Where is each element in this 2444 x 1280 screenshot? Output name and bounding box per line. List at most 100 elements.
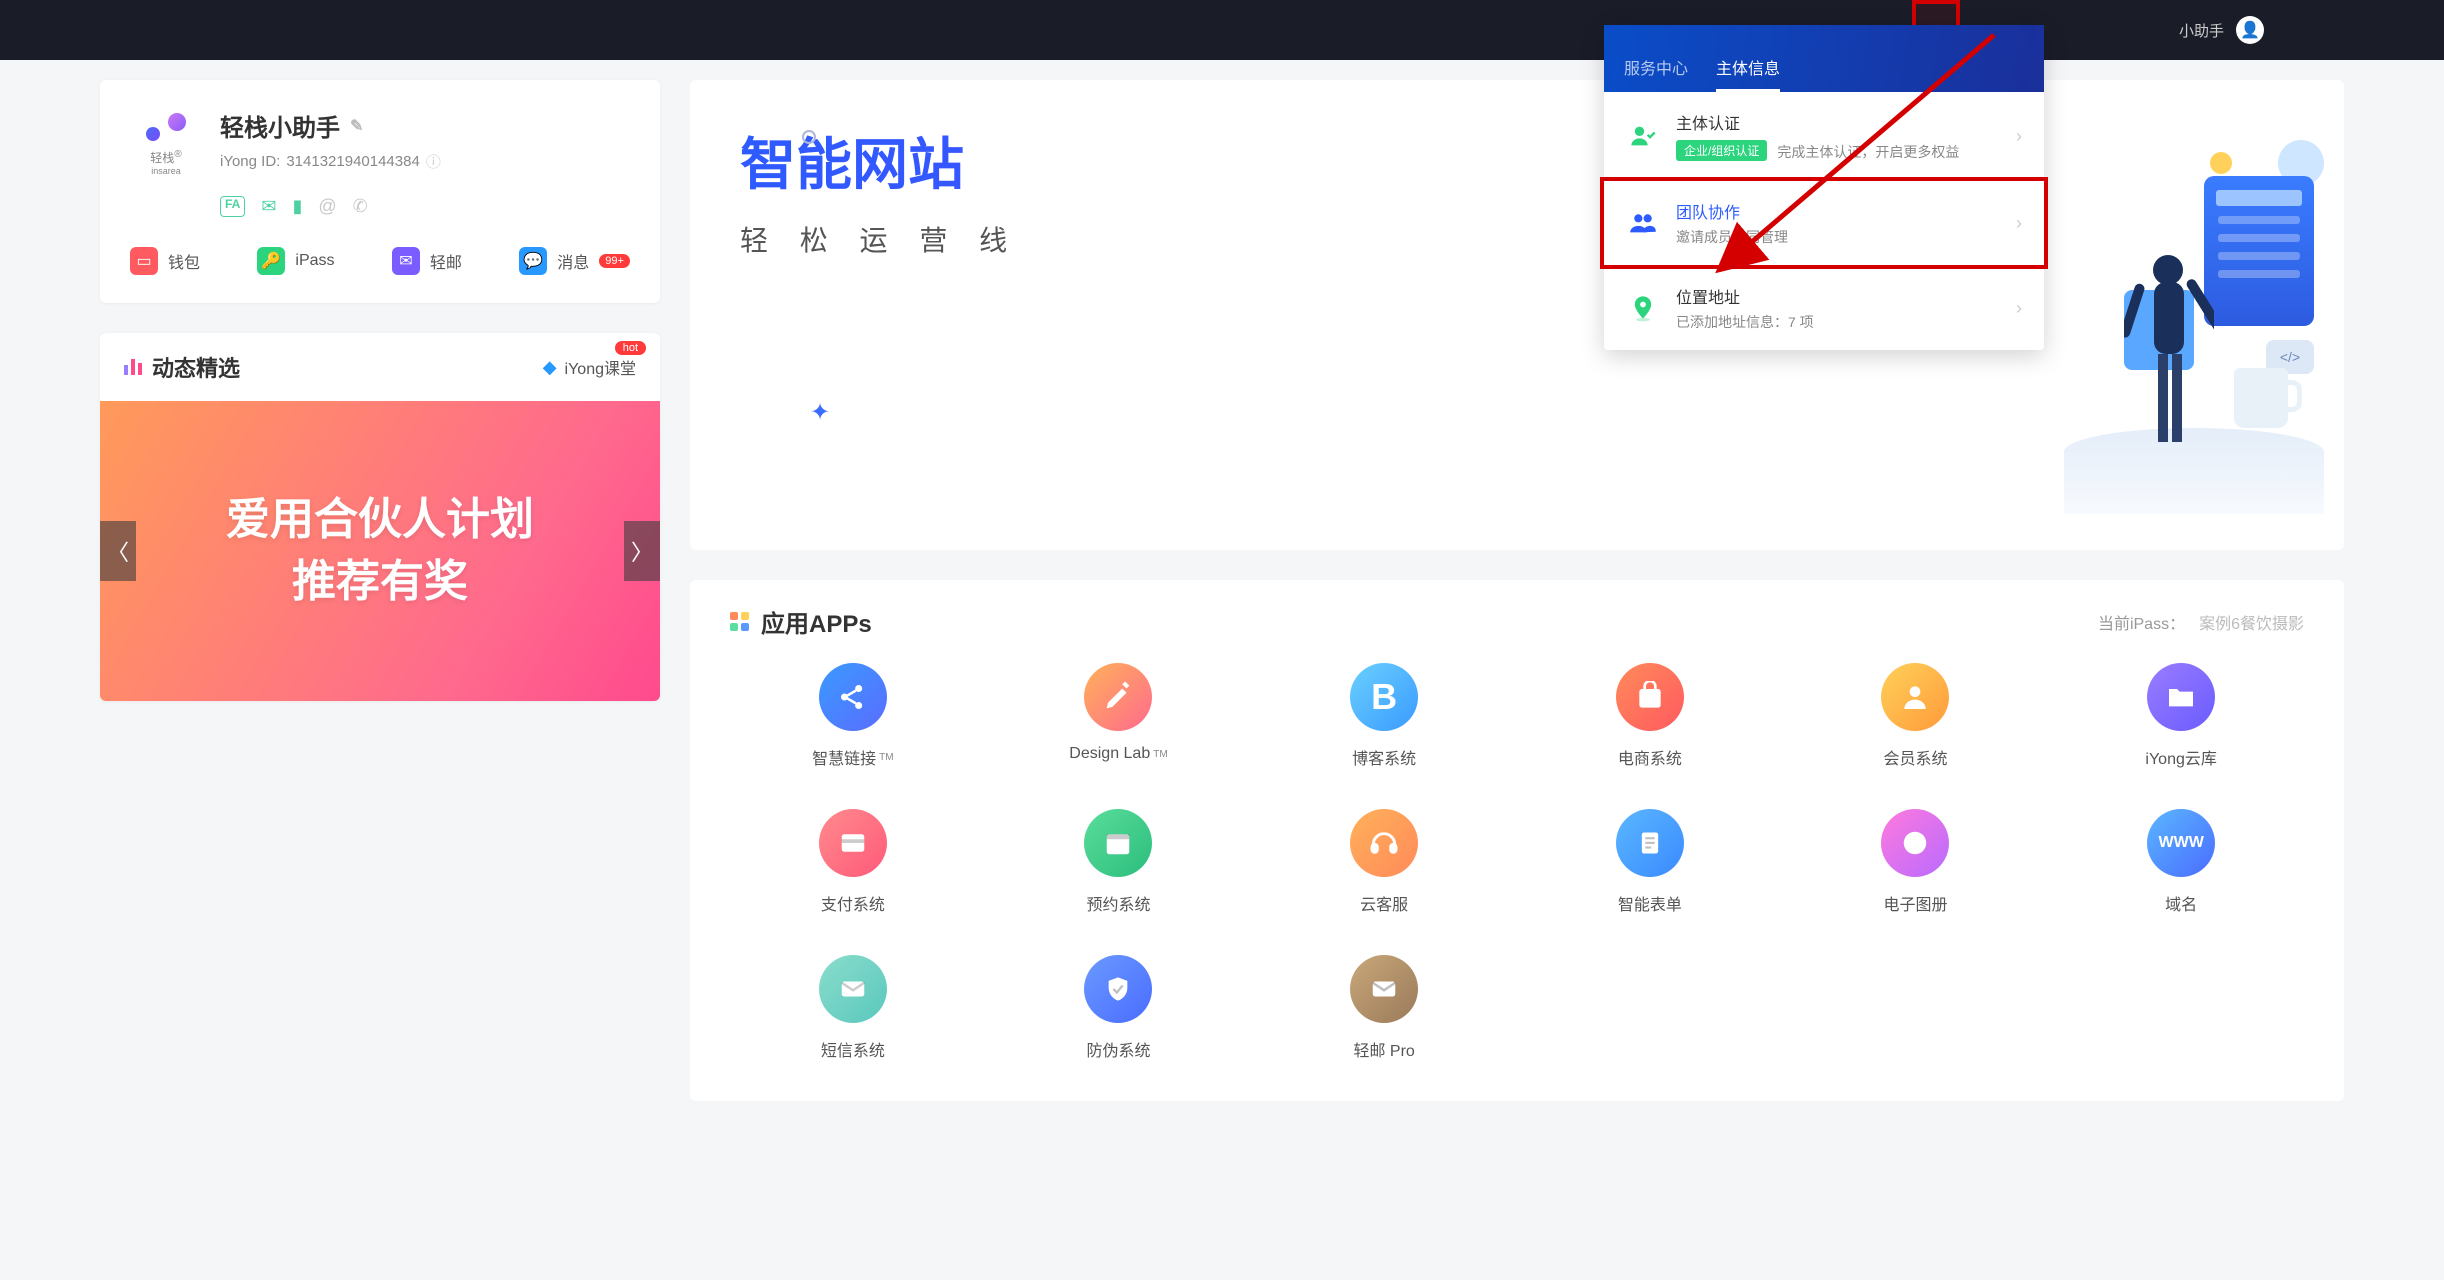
app-item-2[interactable]: B 博客系统: [1261, 663, 1507, 769]
chevron-right-icon: ›: [2016, 126, 2022, 147]
header-dropdown-panel: 服务中心 主体信息 主体认证 企业/组织认证 完成主体认证，开启更多权益 ›: [1604, 25, 2044, 350]
messages-button[interactable]: 💬 消息 99+: [519, 247, 630, 275]
app-label: 电商系统: [1618, 745, 1682, 769]
id-value: 3141321940144384: [286, 153, 419, 170]
ipass-icon: 🔑: [257, 247, 285, 275]
profile-mini-icons: FA ✉ ▮ @ ✆: [130, 196, 630, 217]
app-icon: [1881, 809, 1949, 877]
verification-icon: [1626, 119, 1660, 153]
apps-title: 应用APPs: [761, 604, 872, 639]
app-item-6[interactable]: 支付系统: [730, 809, 976, 915]
app-icon: [819, 663, 887, 731]
link-icon[interactable]: ✆: [353, 196, 368, 217]
featured-carousel[interactable]: 〈 爱用合伙人计划 推荐有奖 〉: [100, 401, 660, 701]
app-icon: [1350, 955, 1418, 1023]
hot-badge: hot: [615, 341, 646, 355]
wechat-icon[interactable]: ✉: [261, 196, 276, 217]
mail-button[interactable]: ✉ 轻邮: [392, 247, 462, 275]
app-item-8[interactable]: 云客服: [1261, 809, 1507, 915]
app-label: 云客服: [1360, 891, 1408, 915]
app-label: 域名: [2165, 891, 2197, 915]
decorative-sparkle: ✦: [810, 398, 830, 427]
wallet-button[interactable]: ▭ 钱包: [130, 247, 200, 275]
app-item-9[interactable]: 智能表单: [1527, 809, 1773, 915]
dropdown-item-verification[interactable]: 主体认证 企业/组织认证 完成主体认证，开启更多权益 ›: [1604, 92, 2044, 181]
dropdown-item-team[interactable]: 团队协作 邀请成员协同管理 ›: [1604, 181, 2044, 266]
apps-panel: 应用APPs 当前iPass： 案例6餐饮摄影 智慧链接TM Design Lab…: [690, 580, 2344, 1101]
chevron-right-icon: ›: [2016, 213, 2022, 234]
app-item-0[interactable]: 智慧链接TM: [730, 663, 976, 769]
app-icon: [1616, 809, 1684, 877]
phone-icon[interactable]: ▮: [292, 196, 302, 217]
wallet-icon: ▭: [130, 247, 158, 275]
edit-icon[interactable]: ✎: [350, 116, 363, 136]
carousel-next-button[interactable]: 〉: [624, 521, 660, 581]
location-icon: [1626, 291, 1660, 325]
profile-card: 轻栈® insarea 轻栈小助手 ✎ iYong ID: 3141321940…: [100, 80, 660, 303]
brand-logo: 轻栈® insarea: [130, 108, 202, 180]
app-label: 支付系统: [821, 891, 885, 915]
id-label: iYong ID:: [220, 153, 280, 170]
featured-card: 动态精选 hot ◆ iYong课堂 〈 爱用合伙人计划 推荐有奖 〉: [100, 333, 660, 701]
app-label: 智能表单: [1618, 891, 1682, 915]
card-a-icon[interactable]: FA: [220, 196, 245, 217]
app-icon: B: [1350, 663, 1418, 731]
app-label: 电子图册: [1883, 891, 1947, 915]
app-item-5[interactable]: iYong云库: [2058, 663, 2304, 769]
user-label: 小助手: [2179, 20, 2224, 41]
dropdown-item-location[interactable]: 位置地址 已添加地址信息：7 项 ›: [1604, 266, 2044, 350]
carousel-banner-text: 爱用合伙人计划 推荐有奖: [226, 489, 534, 612]
app-item-3[interactable]: 电商系统: [1527, 663, 1773, 769]
app-icon: [1084, 809, 1152, 877]
app-icon: [1350, 809, 1418, 877]
app-label: 会员系统: [1883, 745, 1947, 769]
app-label: 预约系统: [1086, 891, 1150, 915]
top-bar: 小助手 👤: [0, 0, 2444, 60]
diamond-icon: ◆: [543, 357, 557, 378]
app-icon: [2147, 663, 2215, 731]
info-icon[interactable]: ⓘ: [426, 151, 441, 172]
hero-illustration: </>: [2024, 140, 2324, 520]
avatar[interactable]: 👤: [2236, 16, 2264, 44]
app-label: Design LabTM: [1069, 745, 1167, 763]
hero-panel: 智能网站 轻 松 运 营 线 ✦ </>: [690, 80, 2344, 550]
apps-grid-icon: [730, 612, 749, 631]
app-icon: WWW: [2147, 809, 2215, 877]
app-item-12[interactable]: 短信系统: [730, 955, 976, 1061]
app-label: 短信系统: [821, 1037, 885, 1061]
app-label: 轻邮 Pro: [1353, 1037, 1414, 1061]
app-item-14[interactable]: 轻邮 Pro: [1261, 955, 1507, 1061]
app-label: 防伪系统: [1086, 1037, 1150, 1061]
decorative-circle: [802, 130, 816, 144]
app-item-10[interactable]: 电子图册: [1793, 809, 2039, 915]
featured-icon: [124, 359, 142, 375]
app-icon: [819, 955, 887, 1023]
app-item-11[interactable]: WWW 域名: [2058, 809, 2304, 915]
ipass-button[interactable]: 🔑 iPass: [257, 247, 334, 275]
team-icon: [1626, 206, 1660, 240]
app-item-13[interactable]: 防伪系统: [996, 955, 1242, 1061]
tab-main-info[interactable]: 主体信息: [1716, 45, 1780, 92]
profile-name: 轻栈小助手: [220, 108, 340, 143]
app-icon: [1084, 955, 1152, 1023]
iyong-class-link[interactable]: hot ◆ iYong课堂: [543, 355, 636, 379]
app-icon: [819, 809, 887, 877]
featured-title: 动态精选: [152, 351, 240, 383]
chevron-right-icon: ›: [2016, 298, 2022, 319]
carousel-prev-button[interactable]: 〈: [100, 521, 136, 581]
current-ipass-label: 当前iPass：: [2098, 610, 2185, 634]
app-icon: [1881, 663, 1949, 731]
at-icon[interactable]: @: [318, 196, 336, 217]
app-item-4[interactable]: 会员系统: [1793, 663, 2039, 769]
mail-icon: ✉: [392, 247, 420, 275]
app-label: iYong云库: [2145, 745, 2216, 769]
app-item-1[interactable]: Design LabTM: [996, 663, 1242, 769]
app-label: 博客系统: [1352, 745, 1416, 769]
current-ipass-value[interactable]: 案例6餐饮摄影: [2199, 610, 2304, 634]
tab-service-center[interactable]: 服务中心: [1624, 45, 1688, 92]
app-icon: [1084, 663, 1152, 731]
messages-badge: 99+: [599, 254, 630, 268]
app-icon: [1616, 663, 1684, 731]
messages-icon: 💬: [519, 247, 547, 275]
app-item-7[interactable]: 预约系统: [996, 809, 1242, 915]
